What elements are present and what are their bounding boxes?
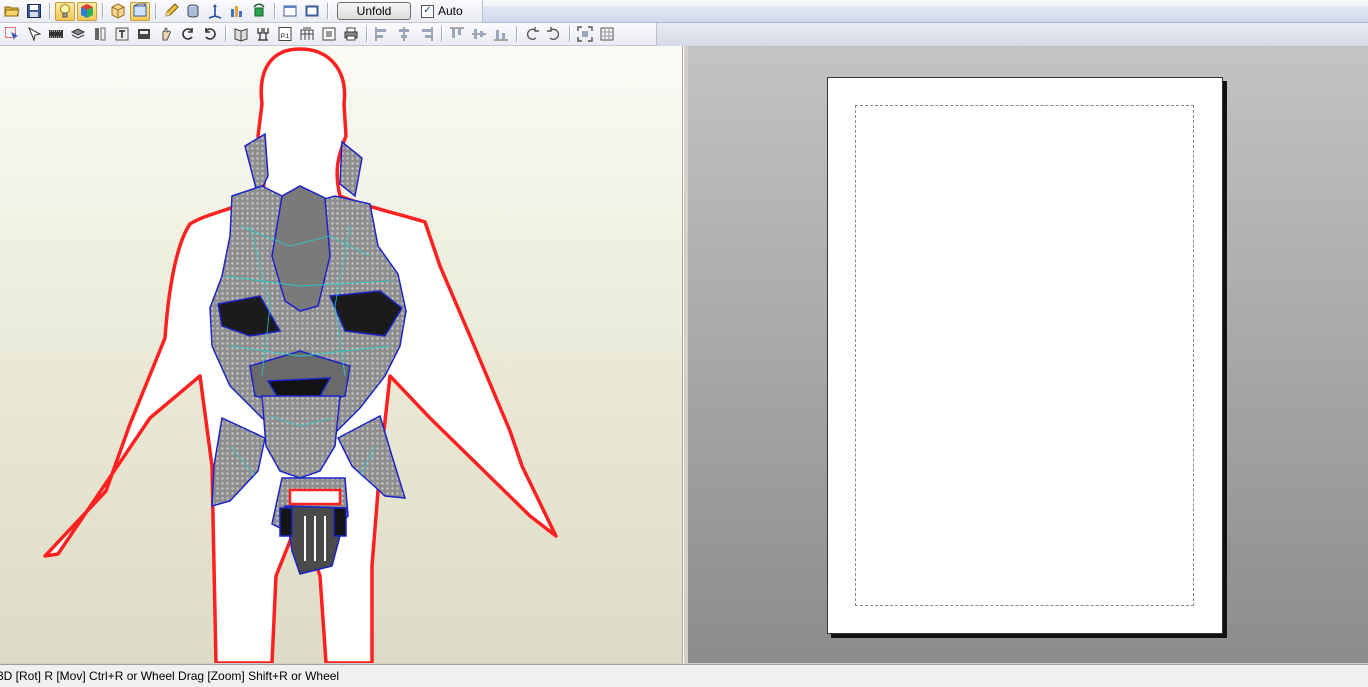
3d-model-view[interactable] xyxy=(0,46,682,663)
rotate-90-cw-icon[interactable] xyxy=(544,25,564,44)
fit-page-icon[interactable] xyxy=(575,25,595,44)
paper-sheet[interactable] xyxy=(827,77,1223,634)
bar-chart-icon[interactable] xyxy=(227,2,247,21)
toolbar-separator xyxy=(569,26,570,42)
toolbar-separator xyxy=(274,3,275,19)
cube-icon[interactable] xyxy=(108,2,128,21)
toolbar-separator xyxy=(516,26,517,42)
page-p1-icon[interactable]: P.1 xyxy=(275,25,295,44)
hand-icon[interactable] xyxy=(156,25,176,44)
film-icon[interactable] xyxy=(46,25,66,44)
auto-checkbox-group[interactable]: ✓ Auto xyxy=(421,4,463,18)
window-split-icon[interactable] xyxy=(302,2,322,21)
align-left-icon[interactable] xyxy=(372,25,392,44)
rotate-90-ccw-icon[interactable] xyxy=(522,25,542,44)
auto-label: Auto xyxy=(438,4,463,18)
refresh-cube-icon[interactable] xyxy=(249,2,269,21)
toolbar-separator xyxy=(49,3,50,19)
grid-frame-icon[interactable] xyxy=(597,25,617,44)
pencil-icon[interactable] xyxy=(161,2,181,21)
layers-icon[interactable] xyxy=(68,25,88,44)
toolbar-extension xyxy=(482,6,1368,23)
print-setup-icon[interactable] xyxy=(319,25,339,44)
3d-view-panel[interactable] xyxy=(0,46,683,663)
toolbar-separator xyxy=(155,3,156,19)
toolbar-separator xyxy=(225,26,226,42)
color-cube-icon[interactable] xyxy=(77,1,97,21)
toolbar-area: Unfold ✓ Auto P.1 xyxy=(0,0,1368,46)
save-icon[interactable] xyxy=(24,2,44,21)
printer-icon[interactable] xyxy=(341,25,361,44)
printable-margin xyxy=(855,105,1194,606)
axis-icon[interactable] xyxy=(205,2,225,21)
pointer-vertex-icon[interactable] xyxy=(24,25,44,44)
page-grid-icon[interactable] xyxy=(297,25,317,44)
toolbar-separator xyxy=(366,26,367,42)
toolbar-separator xyxy=(327,3,328,19)
edit-toolbar: P.1 xyxy=(0,23,657,46)
toolbar-separator xyxy=(102,3,103,19)
box-frame-icon[interactable] xyxy=(134,25,154,44)
view-box-icon[interactable] xyxy=(130,1,150,21)
status-text: 3D [Rot] R [Mov] Ctrl+R or Wheel Drag [Z… xyxy=(0,669,340,683)
align-right-icon[interactable] xyxy=(416,25,436,44)
text-tool-icon[interactable] xyxy=(112,25,132,44)
select-arrow-icon[interactable] xyxy=(2,25,22,44)
align-middle-icon[interactable] xyxy=(469,25,489,44)
fold-icon[interactable] xyxy=(231,25,251,44)
auto-checkbox[interactable]: ✓ xyxy=(421,4,434,18)
light-bulb-icon[interactable] xyxy=(55,1,75,21)
unfold-button[interactable]: Unfold xyxy=(337,2,411,20)
status-bar: 3D [Rot] R [Mov] Ctrl+R or Wheel Drag [Z… xyxy=(0,664,1368,687)
rotate-left-icon[interactable] xyxy=(178,25,198,44)
page-p1-label: P.1 xyxy=(281,34,290,40)
align-bottom-icon[interactable] xyxy=(491,25,511,44)
cylinder-icon[interactable] xyxy=(183,2,203,21)
join-icon[interactable] xyxy=(253,25,273,44)
rotate-right-icon[interactable] xyxy=(200,25,220,44)
main-toolbar: Unfold ✓ Auto xyxy=(0,0,483,23)
window-single-icon[interactable] xyxy=(280,2,300,21)
align-top-icon[interactable] xyxy=(447,25,467,44)
2d-view-panel[interactable] xyxy=(688,46,1368,663)
align-center-icon[interactable] xyxy=(394,25,414,44)
toolbar-separator xyxy=(441,26,442,42)
open-file-icon[interactable] xyxy=(2,2,22,21)
flip-icon[interactable] xyxy=(90,25,110,44)
